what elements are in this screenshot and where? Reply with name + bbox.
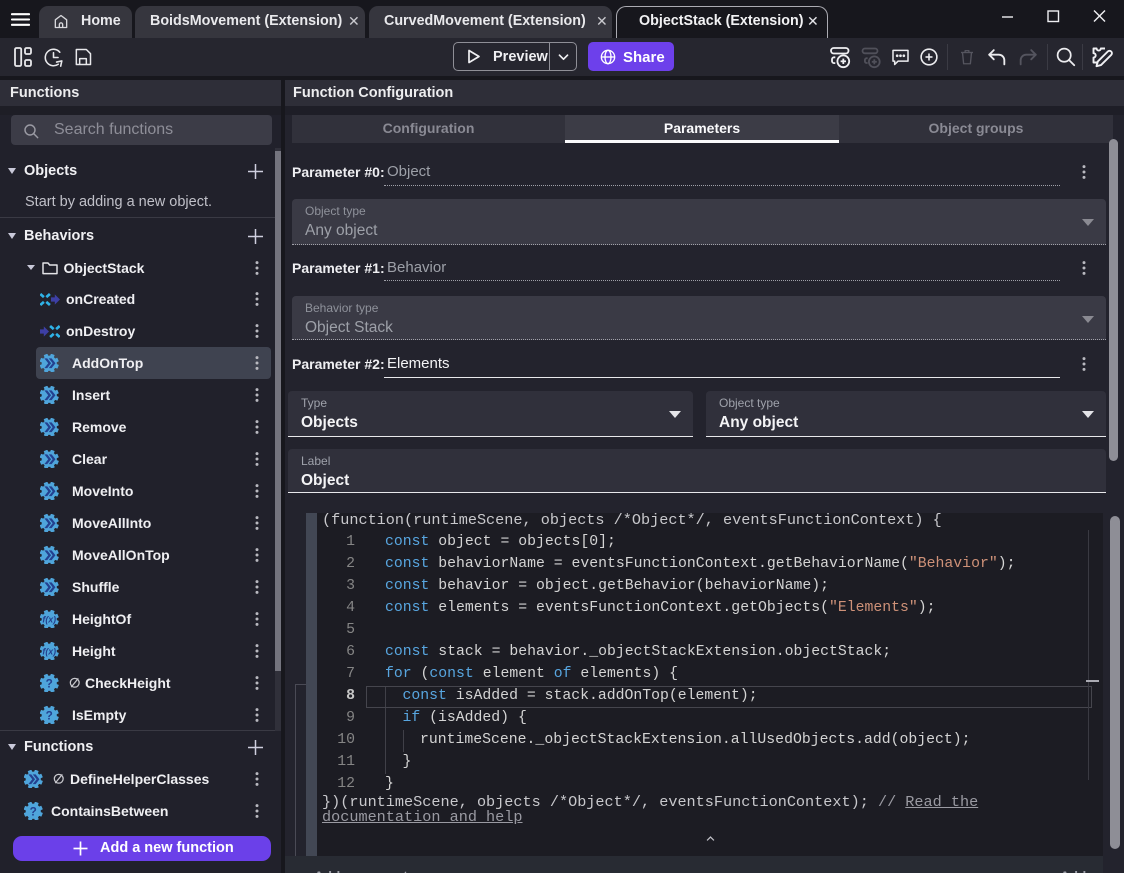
svg-text:?: ? bbox=[46, 709, 53, 722]
svg-text:?: ? bbox=[30, 805, 37, 818]
svg-text:f(x): f(x) bbox=[42, 646, 56, 656]
svg-text:?: ? bbox=[46, 677, 53, 690]
svg-text:f(x): f(x) bbox=[42, 614, 56, 624]
